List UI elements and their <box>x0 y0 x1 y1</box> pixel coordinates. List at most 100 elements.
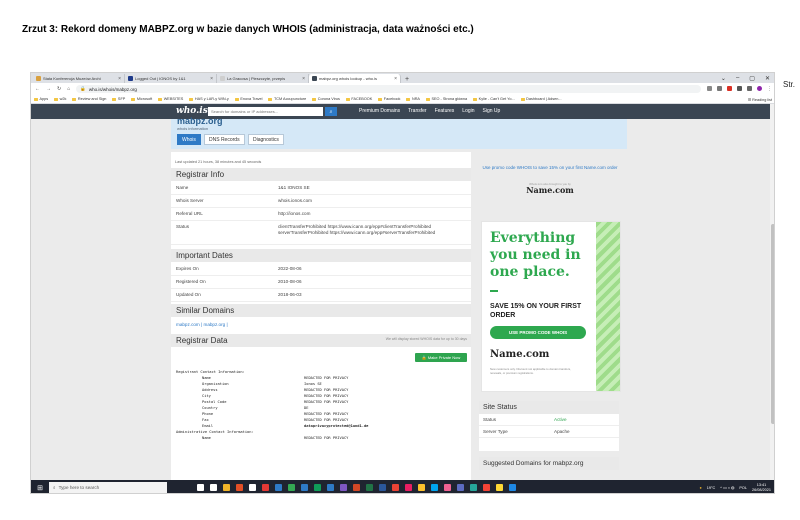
bookmark-item[interactable]: Corona Virus <box>312 97 340 101</box>
taskbar-app-icon[interactable] <box>301 484 308 491</box>
bookmark-item[interactable]: Microsoft <box>131 97 152 101</box>
folder-icon <box>131 97 136 101</box>
taskbar-app-icon[interactable] <box>236 484 243 491</box>
bookmark-item[interactable]: TCM Accupuncture <box>268 97 306 101</box>
minimize-icon[interactable]: – <box>736 75 739 82</box>
new-tab-icon[interactable]: + <box>401 76 413 83</box>
weather-icon[interactable]: ● <box>699 486 701 490</box>
close-icon[interactable]: × <box>210 76 213 82</box>
bookmark-item[interactable]: NRA <box>406 97 420 101</box>
puzzle-icon[interactable] <box>747 86 752 91</box>
taskbar-app-icon[interactable] <box>418 484 425 491</box>
registrar-row: Referral URL http://ionos.com <box>171 208 471 221</box>
whois-logo[interactable]: who.is <box>176 106 208 116</box>
extension-icon[interactable] <box>737 86 742 91</box>
close-window-icon[interactable]: ✕ <box>765 75 770 82</box>
star-icon[interactable] <box>717 86 722 91</box>
whois-raw-text: Registrant Contact Information: Name REDAC… <box>176 370 466 442</box>
tab-search-icon[interactable]: ⌄ <box>721 75 726 82</box>
taskbar-app-icon[interactable] <box>249 484 256 491</box>
close-icon[interactable]: × <box>302 76 305 82</box>
bookmark-item[interactable]: FACEBOOK <box>345 97 372 101</box>
taskbar-app-icon[interactable] <box>288 484 295 491</box>
folder-icon <box>406 97 411 101</box>
taskbar-app-icon[interactable] <box>275 484 282 491</box>
taskbar-app-icon[interactable] <box>444 484 451 491</box>
close-icon[interactable]: × <box>118 76 121 82</box>
page-scrollbar[interactable] <box>770 104 774 480</box>
home-icon[interactable]: ⌂ <box>67 86 70 92</box>
close-icon[interactable]: × <box>394 76 397 82</box>
status-row: Status Active <box>479 414 619 426</box>
taskbar-app-icon[interactable] <box>353 484 360 491</box>
nav-transfer[interactable]: Transfer <box>408 108 426 114</box>
nav-sign-up[interactable]: Sign Up <box>483 108 501 114</box>
clock[interactable]: 13:41 26/08/2021 <box>752 483 771 492</box>
taskbar-app-icon[interactable] <box>314 484 321 491</box>
tab-diagnostics[interactable]: Diagnostics <box>248 134 284 145</box>
browser-tab[interactable]: mabpz.org whois lookup - who.is × <box>309 74 401 83</box>
bookmark-item[interactable]: HAS y LAR-y WIN-y <box>189 97 229 101</box>
back-icon[interactable]: ← <box>35 86 40 92</box>
bookmark-item[interactable]: WEBSITES <box>158 97 183 101</box>
taskbar-app-icon[interactable] <box>392 484 399 491</box>
nav-features[interactable]: Features <box>435 108 455 114</box>
bookmark-item[interactable]: Apps <box>34 97 48 101</box>
make-private-button[interactable]: 🔒 Make Private Now <box>415 353 467 362</box>
scrollbar-thumb[interactable] <box>771 224 774 424</box>
forward-icon[interactable]: → <box>46 86 51 92</box>
bookmark-item[interactable]: Facebook <box>378 97 400 101</box>
taskbar-app-icon[interactable] <box>366 484 373 491</box>
folder-icon <box>72 97 77 101</box>
url-field[interactable]: 🔒 who.is/whois/mabpz.org <box>76 85 701 93</box>
ad-promo-button[interactable]: USE PROMO CODE WHOIS <box>490 326 586 339</box>
address-bar: ← → ↻ ⌂ 🔒 who.is/whois/mabpz.org ⋮ <box>31 83 774 95</box>
namecom-ad[interactable]: Everything you need in one place. SAVE 1… <box>481 221 621 392</box>
bookmark-item[interactable]: Review and Sign <box>72 97 106 101</box>
taskbar-app-icon[interactable] <box>262 484 269 491</box>
taskbar-app-icon[interactable] <box>457 484 464 491</box>
similar-domain-links[interactable]: mabpz.com | mabpz.org | <box>176 322 228 327</box>
taskbar-app-icon[interactable] <box>483 484 490 491</box>
search-input[interactable] <box>208 107 323 116</box>
taskbar-app-icon[interactable] <box>470 484 477 491</box>
taskbar-app-icon[interactable] <box>327 484 334 491</box>
tray-icons[interactable]: ^ ▭ ◖ ◍ <box>720 485 734 490</box>
browser-tab[interactable]: Logged Out | IONOS by 1&1 × <box>125 74 217 83</box>
search-button[interactable]: ⌕ <box>325 107 337 116</box>
reload-icon[interactable]: ↻ <box>57 86 61 92</box>
tab-whois[interactable]: Whois <box>177 134 201 145</box>
taskbar-app-icon[interactable] <box>340 484 347 491</box>
browser-tab[interactable]: La Gracosa | Pieszczyte, przepis × <box>217 74 309 83</box>
maximize-icon[interactable]: ▢ <box>749 75 755 82</box>
bookmark-item[interactable]: Enova Travel <box>234 97 262 101</box>
promo-link[interactable]: Use promo code WHOIS to save 15% on your… <box>481 164 619 171</box>
language-indicator[interactable]: POL <box>739 486 747 490</box>
taskbar-app-icon[interactable] <box>210 484 217 491</box>
browser-tab[interactable]: Stała Konferencja Muzeów Archi × <box>33 74 125 83</box>
bookmark-item[interactable]: Dashboard | Adsen... <box>520 97 562 101</box>
bookmark-item[interactable]: SEO - Strona główna <box>425 97 467 101</box>
taskbar-app-icon[interactable] <box>379 484 386 491</box>
bookmark-item[interactable]: Kylie - Can't Get Yo... <box>473 97 515 101</box>
reading-list[interactable]: ☰ Reading list <box>748 97 774 102</box>
taskbar-app-icon[interactable] <box>223 484 230 491</box>
tab-dns-records[interactable]: DNS Records <box>204 134 245 145</box>
last-updated: Last updated 21 hours, 38 minutes and 45… <box>175 160 262 164</box>
taskbar-app-icon[interactable] <box>431 484 438 491</box>
profile-icon[interactable] <box>757 86 762 91</box>
namecom-logo-small[interactable]: Name.com <box>481 185 619 195</box>
taskbar-app-icon[interactable] <box>496 484 503 491</box>
taskbar-app-icon[interactable] <box>509 484 516 491</box>
menu-icon[interactable]: ⋮ <box>767 86 772 92</box>
nav-premium-domains[interactable]: Premium Domains <box>359 108 400 114</box>
taskbar-app-icon[interactable] <box>197 484 204 491</box>
bookmark-item[interactable]: SFP <box>112 97 125 101</box>
bookmark-item[interactable]: w2k <box>54 97 66 101</box>
taskbar-app-icon[interactable] <box>405 484 412 491</box>
windows-start-icon[interactable]: ⊞ <box>31 480 49 493</box>
translate-icon[interactable] <box>707 86 712 91</box>
taskbar-search[interactable]: ⌕ Type here to search <box>49 482 167 493</box>
nav-login[interactable]: Login <box>462 108 474 114</box>
extension-icon[interactable] <box>727 86 732 91</box>
